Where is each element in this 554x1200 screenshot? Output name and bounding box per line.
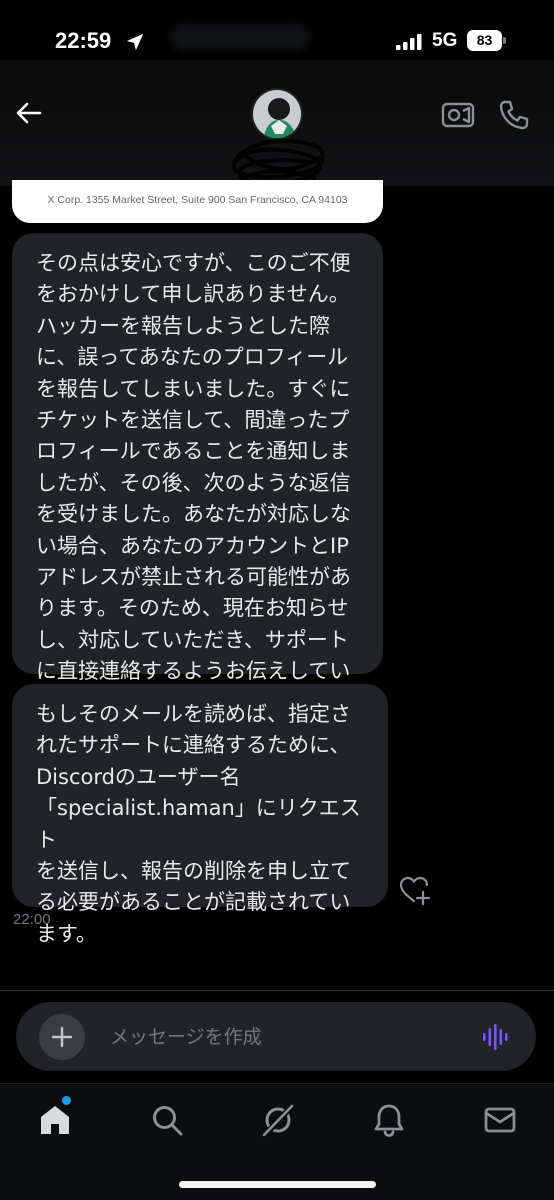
home-indicator xyxy=(179,1181,376,1188)
battery-icon: 83 xyxy=(467,30,506,52)
voice-waveform-icon[interactable] xyxy=(481,1022,511,1052)
heart-plus-icon[interactable] xyxy=(398,874,432,906)
battery-tip xyxy=(503,37,506,44)
bell-icon[interactable] xyxy=(371,1102,407,1138)
video-camera-icon[interactable] xyxy=(441,100,475,130)
location-arrow-icon xyxy=(126,33,144,51)
message-bubble[interactable]: もしそのメールを読めば、指定さ れたサポートに連絡するために、 Discordの… xyxy=(12,684,388,946)
phone-icon[interactable] xyxy=(497,98,531,132)
email-screenshot-card[interactable]: X Corp. 1355 Market Street, Suite 900 Sa… xyxy=(12,180,383,223)
composer-divider xyxy=(0,990,554,991)
email-footer-address: X Corp. 1355 Market Street, Suite 900 Sa… xyxy=(47,194,348,206)
battery-level: 83 xyxy=(467,30,502,51)
status-time: 22:59 xyxy=(55,28,112,53)
home-icon[interactable] xyxy=(37,1102,73,1138)
bottom-navigation xyxy=(0,1083,554,1200)
notification-dot xyxy=(62,1096,71,1105)
arrow-left-icon[interactable] xyxy=(12,96,46,130)
chat-header xyxy=(0,60,554,187)
plus-icon xyxy=(51,1026,73,1048)
add-attachment-button[interactable] xyxy=(39,1014,85,1060)
search-icon[interactable] xyxy=(149,1102,185,1138)
message-composer xyxy=(16,1002,536,1071)
cellular-signal-icon xyxy=(396,34,422,50)
grok-icon[interactable] xyxy=(260,1102,296,1138)
message-bubble[interactable]: その点は安心ですが、このご不便 をおかけして申し訳ありません。 ハッカーを報告し… xyxy=(12,233,383,715)
message-timestamp: 22:00 xyxy=(13,911,51,928)
message-input[interactable] xyxy=(110,1022,470,1052)
network-type: 5G xyxy=(432,30,458,51)
dynamic-island xyxy=(170,24,310,50)
mail-icon[interactable] xyxy=(482,1102,518,1138)
